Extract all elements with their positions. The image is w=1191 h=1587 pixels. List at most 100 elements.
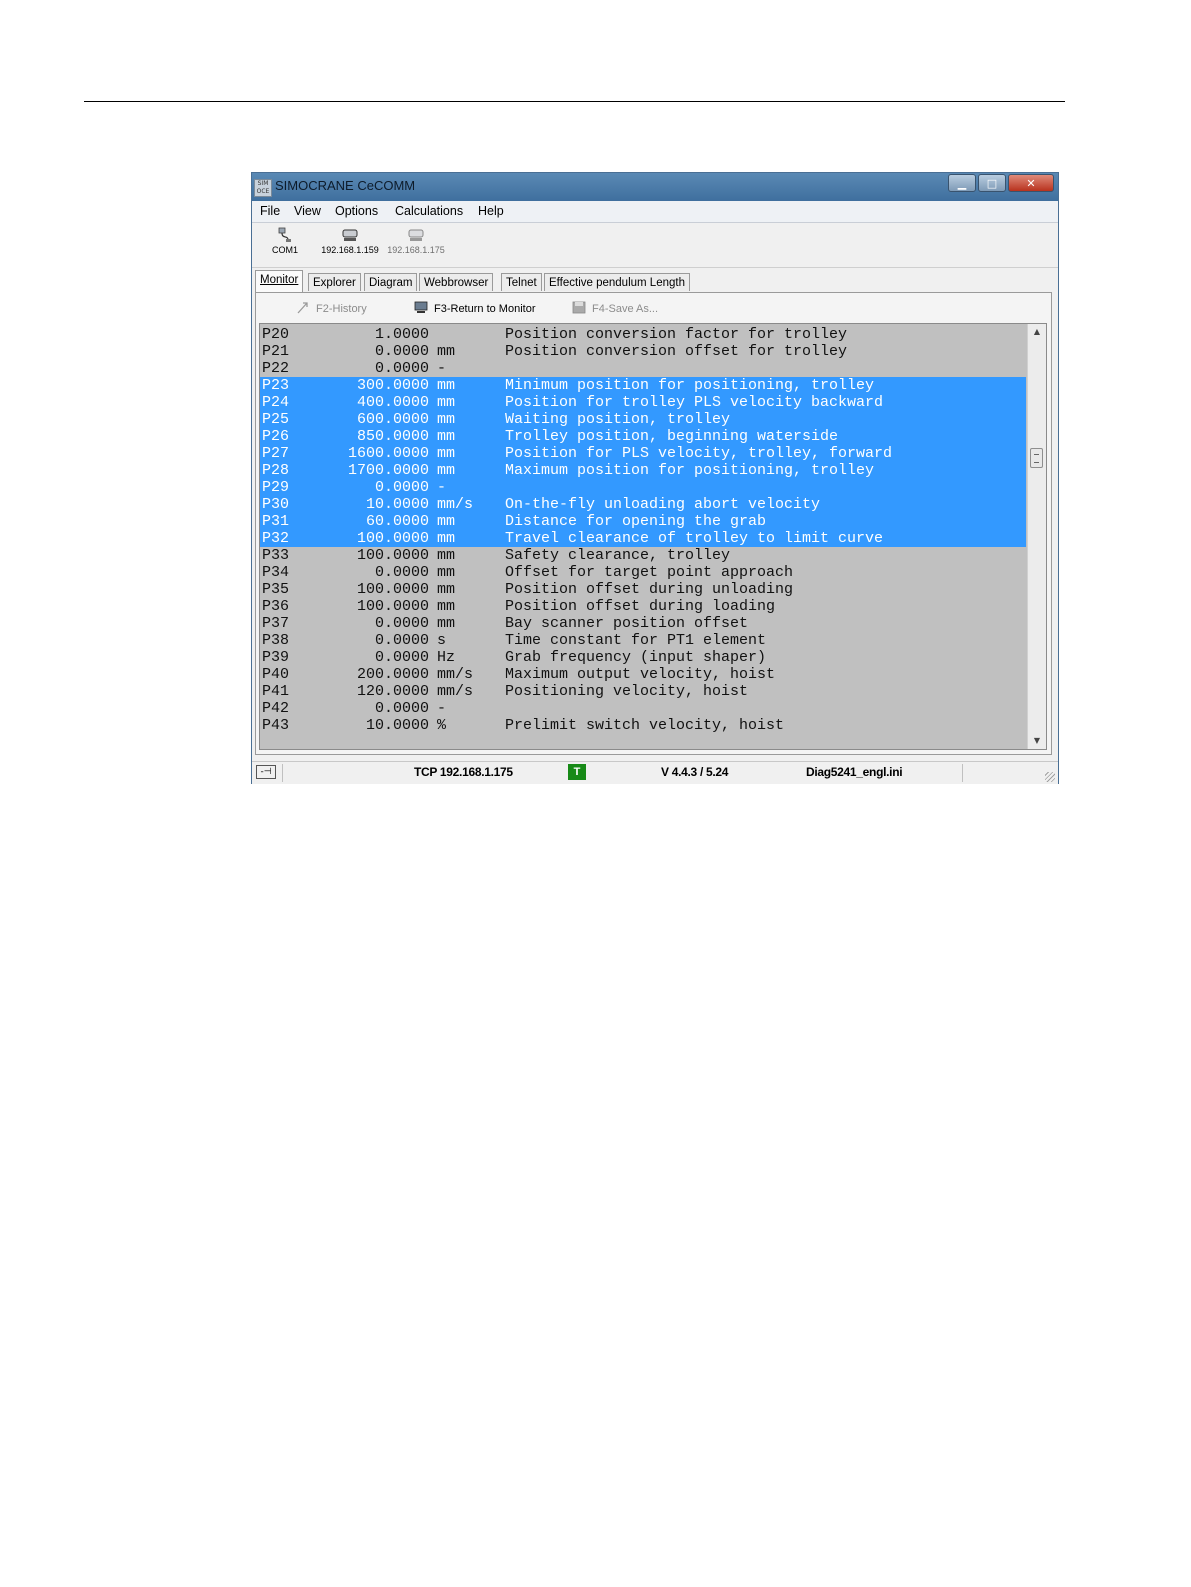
network-device-icon [408,229,424,241]
vertical-scrollbar[interactable]: ▲ ▼ [1027,324,1046,749]
parameter-unit: mm/s [437,496,474,513]
monitor-panel: F2-History F3-Return to Monitor F4-Save … [255,292,1052,755]
parameter-row[interactable]: P22 0.0000- [260,360,1026,377]
tab-telnet[interactable]: Telnet [501,273,542,291]
f3-return-to-monitor-label: F3-Return to Monitor [434,303,536,315]
parameter-row[interactable]: P43 10.0000% Prelimit switch velocity, hoi… [260,717,1026,734]
parameter-row[interactable]: P39 0.0000 Hz Grab frequency (input shaper) [260,649,1026,666]
tab-diagram-label: Diagram [369,277,413,289]
parameter-row[interactable]: P26 850.0000 mm Trolley position, beginning… [260,428,1026,445]
parameter-id: P30 [262,496,290,513]
parameter-row[interactable]: P29 0.0000- [260,479,1026,496]
parameter-unit: % [437,717,447,734]
parameter-list[interactable]: P20 1.0000 Position conversion factor for … [259,323,1047,750]
menu-view[interactable]: View [294,204,321,218]
parameter-row[interactable]: P34 0.0000 mm Offset for target point appro… [260,564,1026,581]
menu-calculations[interactable]: Calculations [395,204,463,218]
parameter-row[interactable]: P27 1600.0000 mm Position for PLS velocity,… [260,445,1026,462]
parameter-row[interactable]: P25 600.0000 mm Waiting position, trolley [260,411,1026,428]
parameter-description: Position for PLS velocity, trolley, forw… [505,445,893,462]
parameter-row[interactable]: P30 10.0000 mm/s On-the-fly unloading abort… [260,496,1026,513]
monitor-toolbar: F2-History F3-Return to Monitor F4-Save … [256,293,1051,323]
app-icon: SIM OCE [254,179,272,197]
parameter-value: 0.0000 [374,343,429,360]
parameter-unit: mm/s [437,683,474,700]
parameter-description: Minimum position for positioning, trolle… [505,377,875,394]
parameter-value: 0.0000 [374,479,429,496]
menu-options[interactable]: Options [335,204,378,218]
parameter-description: Prelimit switch velocity, hoist [505,717,785,734]
parameter-row[interactable]: P20 1.0000 Position conversion factor for … [260,326,1026,343]
connection-toolbar: COM1 192.168.1.159 192.168.1.175 [252,223,1058,268]
f3-return-to-monitor-button[interactable]: F3-Return to Monitor [414,301,535,315]
parameter-row[interactable]: P35 100.0000 mm Position offset during unlo… [260,581,1026,598]
parameter-row[interactable]: P41 120.0000 mm/s Positioning velocity, hoi… [260,683,1026,700]
title-bar[interactable]: SIM OCE SIMOCRANE CeCOMM ▁ □ ✕ [252,173,1058,201]
tab-diagram[interactable]: Diagram [364,273,418,291]
parameter-row[interactable]: P23 300.0000 mm Minimum position for positi… [260,377,1026,394]
maximize-button[interactable]: □ [978,174,1006,192]
parameter-description: Position conversion offset for trolley [505,343,848,360]
close-button[interactable]: ✕ [1008,174,1054,192]
parameter-unit: mm [437,615,456,632]
tab-effective-pendulum-length[interactable]: Effective pendulum Length [544,273,690,291]
parameter-value: 60.0000 [365,513,429,530]
tab-explorer[interactable]: Explorer [308,273,361,291]
parameter-value: 120.0000 [356,683,429,700]
parameter-description: Travel clearance of trolley to limit cur… [505,530,884,547]
parameter-row[interactable]: P21 0.0000 mm Position conversion offset fo… [260,343,1026,360]
parameter-unit: mm [437,564,456,581]
parameter-description: Waiting position, trolley [505,411,731,428]
parameter-row[interactable]: P33 100.0000 mm Safety clearance, trolley [260,547,1026,564]
parameter-value: 600.0000 [356,411,429,428]
parameter-id: P35 [262,581,290,598]
parameter-description: On-the-fly unloading abort velocity [505,496,821,513]
minimize-button[interactable]: ▁ [948,174,976,192]
parameter-row[interactable]: P38 0.0000 s Time constant for PT1 element [260,632,1026,649]
parameter-value: 0.0000 [374,632,429,649]
parameter-description: Offset for target point approach [505,564,794,581]
parameter-unit: mm [437,445,456,462]
toolbar-com1-label: COM1 [271,245,298,255]
tab-monitor-label: Monitor [260,274,299,286]
save-icon [572,301,586,314]
parameter-unit: - [437,700,447,717]
parameter-value: 10.0000 [365,717,429,734]
toolbar-ip-175-label: 192.168.1.175 [387,245,445,255]
parameter-id: P33 [262,547,290,564]
menu-file[interactable]: File [260,204,280,218]
f2-history-button[interactable]: F2-History [296,301,367,315]
parameter-id: P38 [262,632,290,649]
tab-monitor[interactable]: Monitor [255,270,304,292]
toolbar-ip-159[interactable]: 192.168.1.159 [318,227,382,255]
parameter-row[interactable]: P24 400.0000 mm Position for trolley PLS ve… [260,394,1026,411]
scroll-up-arrow-icon[interactable]: ▲ [1028,324,1046,340]
toolbar-com1[interactable]: COM1 [266,227,304,255]
tab-effective-pendulum-length-label: Effective pendulum Length [549,277,685,289]
parameter-row[interactable]: P28 1700.0000 mm Maximum position for posit… [260,462,1026,479]
parameter-unit: mm [437,411,456,428]
tab-telnet-label: Telnet [506,277,537,289]
f4-save-as-button[interactable]: F4-Save As... [572,301,658,315]
scroll-thumb[interactable] [1030,448,1043,468]
parameter-description: Safety clearance, trolley [505,547,731,564]
toolbar-ip-175[interactable]: 192.168.1.175 [384,227,448,255]
scroll-down-arrow-icon[interactable]: ▼ [1028,733,1046,749]
parameter-row[interactable]: P31 60.0000 mm Distance for opening the gra… [260,513,1026,530]
parameter-description: Position offset during loading [505,598,776,615]
menu-help[interactable]: Help [478,204,504,218]
parameter-row[interactable]: P40 200.0000 mm/s Maximum output velocity, … [260,666,1026,683]
parameter-value: 100.0000 [356,530,429,547]
pin-icon[interactable]: -⊣ [256,765,276,779]
status-ini-file: Diag5241_engl.ini [806,765,903,779]
parameter-description: Bay scanner position offset [505,615,749,632]
parameter-row[interactable]: P42 0.0000- [260,700,1026,717]
resize-grip-icon[interactable] [1045,772,1055,782]
parameter-row[interactable]: P37 0.0000 mm Bay scanner position offset [260,615,1026,632]
tab-webbrowser[interactable]: Webbrowser [419,273,494,291]
f4-save-as-label: F4-Save As... [592,303,659,315]
parameter-row[interactable]: P32 100.0000 mm Travel clearance of trolley… [260,530,1026,547]
parameter-row[interactable]: P36 100.0000 mm Position offset during load… [260,598,1026,615]
parameter-id: P32 [262,530,290,547]
page-header-rule [84,101,1065,102]
